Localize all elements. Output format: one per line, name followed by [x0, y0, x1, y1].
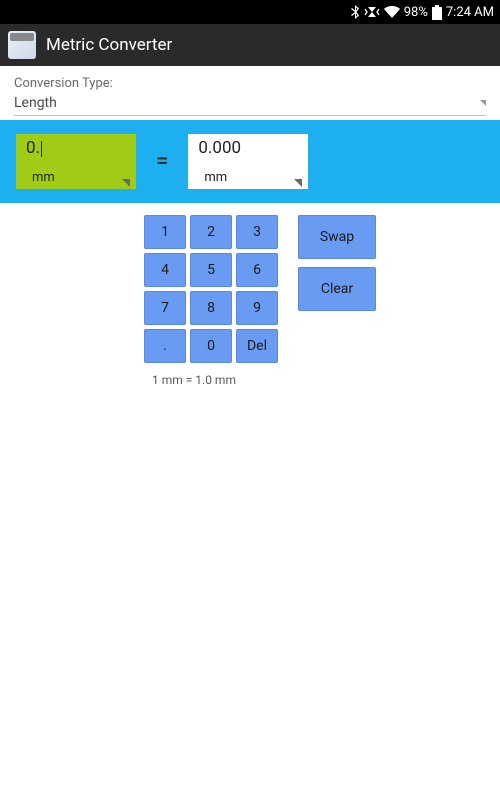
conversion-band: 0. mm = 0.000 mm — [0, 120, 500, 203]
battery-icon — [432, 5, 442, 20]
app-icon — [8, 31, 36, 59]
key-3[interactable]: 3 — [236, 215, 278, 249]
clear-button[interactable]: Clear — [298, 267, 376, 311]
key-9[interactable]: 9 — [236, 291, 278, 325]
input-value: 0. — [26, 138, 128, 158]
key-5[interactable]: 5 — [190, 253, 232, 287]
bluetooth-icon — [350, 5, 360, 19]
key-4[interactable]: 4 — [144, 253, 186, 287]
key-del[interactable]: Del — [236, 329, 278, 363]
conversion-ratio-text: 1 mm = 1.0 mm — [14, 363, 486, 387]
wifi-icon — [384, 6, 400, 18]
app-bar: Metric Converter — [0, 24, 500, 66]
key-7[interactable]: 7 — [144, 291, 186, 325]
equals-sign: = — [156, 149, 168, 174]
status-icons: 98% 7:24 AM — [350, 5, 494, 20]
key-0[interactable]: 0 — [190, 329, 232, 363]
key-2[interactable]: 2 — [190, 215, 232, 249]
status-bar: 98% 7:24 AM — [0, 0, 500, 24]
conversion-type-label: Conversion Type: — [14, 76, 486, 91]
output-unit-label: mm — [198, 170, 227, 185]
numeric-keypad: 1 2 3 4 5 6 7 8 9 . 0 Del — [144, 215, 278, 363]
input-value-box[interactable]: 0. mm — [16, 134, 136, 189]
chevron-down-icon — [122, 179, 130, 187]
swap-button[interactable]: Swap — [298, 215, 376, 259]
key-8[interactable]: 8 — [190, 291, 232, 325]
key-6[interactable]: 6 — [236, 253, 278, 287]
output-value-box[interactable]: 0.000 mm — [188, 134, 308, 189]
vibrate-icon — [364, 5, 380, 19]
conversion-type-spinner[interactable]: Length — [14, 93, 486, 116]
action-column: Swap Clear — [298, 215, 376, 363]
key-dot[interactable]: . — [144, 329, 186, 363]
chevron-down-icon — [294, 179, 302, 187]
keypad-area: 1 2 3 4 5 6 7 8 9 . 0 Del Swap Clear — [14, 203, 486, 363]
chevron-down-icon — [480, 100, 486, 106]
output-value: 0.000 — [198, 138, 300, 158]
app-title: Metric Converter — [46, 35, 172, 55]
status-time: 7:24 AM — [446, 5, 494, 20]
key-1[interactable]: 1 — [144, 215, 186, 249]
conversion-type-value: Length — [14, 95, 57, 111]
battery-percent: 98% — [404, 5, 428, 20]
input-unit-label: mm — [26, 170, 55, 185]
